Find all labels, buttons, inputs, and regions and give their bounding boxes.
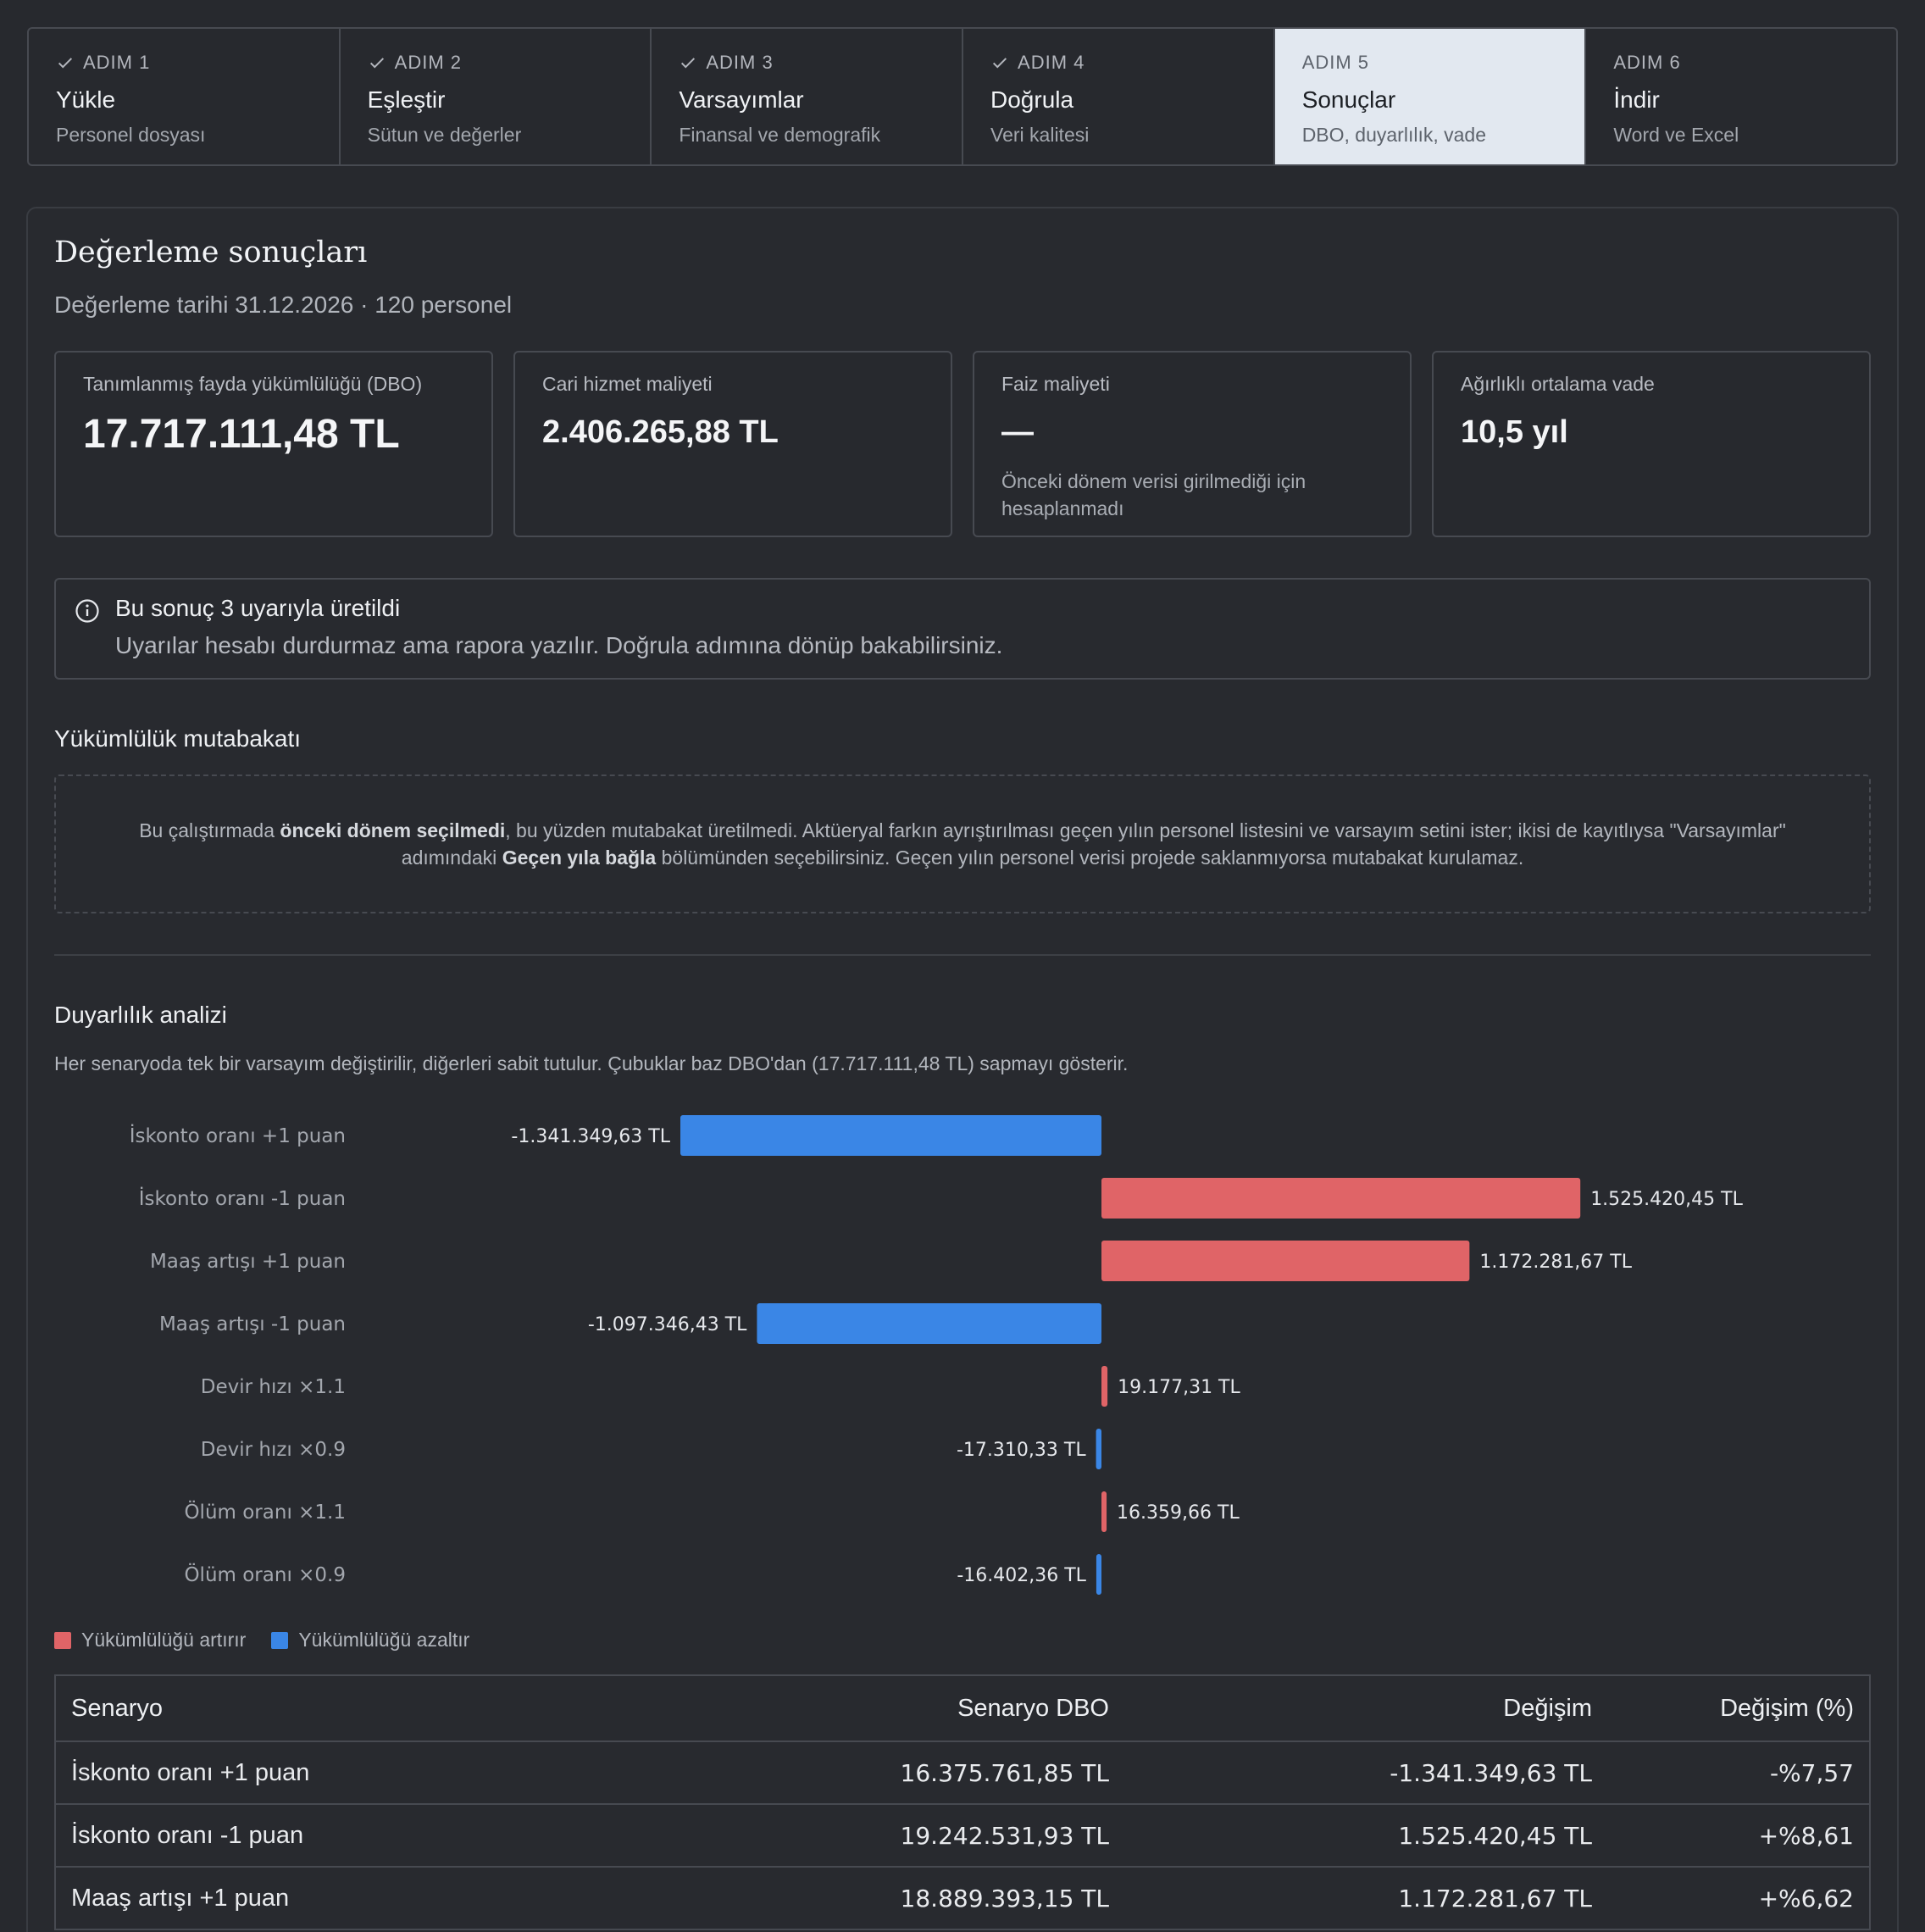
- legend-swatch: [54, 1631, 71, 1649]
- chart-legend: Yükümlülüğü artırır Yükümlülüğü azaltır: [54, 1629, 469, 1652]
- chart-value-label: 1.525.420,45 TL: [1590, 1189, 1743, 1210]
- stat-service-cost: Cari hizmet maliyeti 2.406.265,88 TL: [513, 351, 952, 537]
- step-subtitle: DBO, duyarlılık, vade: [1301, 124, 1486, 146]
- step-4[interactable]: ADIM 4 Doğrula Veri kalitesi: [963, 29, 1275, 164]
- step-subtitle: Personel dosyası: [56, 124, 206, 146]
- chart-value-label: 1.172.281,67 TL: [1479, 1252, 1632, 1273]
- chart-category-label: İskonto oranı +1 puan: [130, 1124, 346, 1147]
- stat-duration: Ağırlıklı ortalama vade 10,5 yıl: [1432, 351, 1871, 537]
- chart-value-label: -17.310,33 TL: [957, 1440, 1086, 1461]
- step-kicker: ADIM 1: [83, 52, 151, 73]
- stat-cards: Tanımlanmış fayda yükümlülüğü (DBO) 17.7…: [54, 351, 1871, 537]
- info-icon: [75, 599, 99, 623]
- step-5[interactable]: ADIM 5 Sonuçlar DBO, duyarlılık, vade: [1274, 29, 1587, 164]
- stat-label: Tanımlanmış fayda yükümlülüğü (DBO): [83, 373, 423, 395]
- chart-category-label: Devir hızı ×0.9: [201, 1439, 346, 1461]
- chart-value-label: -16.402,36 TL: [957, 1565, 1086, 1586]
- step-title: Varsayımlar: [679, 86, 804, 113]
- sensitivity-description: Her senaryoda tek bir varsayım değiştiri…: [54, 1052, 1129, 1074]
- stat-label: Cari hizmet maliyeti: [542, 373, 713, 395]
- reconciliation-empty-state: Bu çalıştırmada önceki dönem seçilmedi, …: [54, 774, 1871, 913]
- step-title: İndir: [1613, 86, 1660, 113]
- chart-bar: [1101, 1241, 1470, 1281]
- chart-value-label: -1.341.349,63 TL: [511, 1126, 670, 1147]
- col-dbo: Senaryo DBO: [597, 1675, 1124, 1742]
- check-icon: [58, 58, 73, 69]
- chart-bar: [1101, 1491, 1107, 1532]
- warning-banner: Bu sonuç 3 uyarıyla üretildi Uyarılar he…: [54, 578, 1871, 680]
- step-kicker: ADIM 5: [1301, 52, 1370, 73]
- chart-bar: [680, 1115, 1101, 1156]
- step-kicker: ADIM 2: [394, 52, 463, 73]
- chart-category-label: Ölüm oranı ×0.9: [184, 1563, 346, 1586]
- step-3[interactable]: ADIM 3 Varsayımlar Finansal ve demografi…: [652, 29, 964, 164]
- col-change: Değişim: [1124, 1675, 1607, 1742]
- table-row: İskonto oranı -1 puan 19.242.531,93 TL 1…: [55, 1804, 1870, 1868]
- step-title: Yükle: [56, 86, 116, 113]
- sensitivity-tornado-chart: İskonto oranı +1 puan -1.341.349,63 TL İsk…: [130, 1115, 1744, 1595]
- legend-swatch: [271, 1631, 289, 1649]
- step-title: Doğrula: [990, 86, 1074, 113]
- col-pct: Değişim (%): [1607, 1675, 1870, 1742]
- col-scenario: Senaryo: [55, 1675, 597, 1742]
- chart-bar: [757, 1303, 1101, 1344]
- chart-bar: [1101, 1178, 1581, 1219]
- reconciliation-title: Yükümlülük mutabakatı: [54, 725, 302, 752]
- stat-note: Önceki dönem verisi girilmediği için hes…: [1001, 470, 1306, 519]
- legend-item-decrease: Yükümlülüğü azaltır: [271, 1629, 469, 1652]
- wizard-stepper: ADIM 1 Yükle Personel dosyası ADIM 2 Eşl…: [27, 27, 1898, 166]
- chart-category-label: İskonto oranı -1 puan: [139, 1186, 346, 1210]
- sensitivity-table: Senaryo Senaryo DBO Değişim Değişim (%) …: [54, 1674, 1871, 1930]
- chart-bar: [1096, 1554, 1101, 1595]
- step-subtitle: Sütun ve değerler: [367, 124, 522, 146]
- step-subtitle: Word ve Excel: [1613, 124, 1739, 146]
- step-1[interactable]: ADIM 1 Yükle Personel dosyası: [29, 29, 341, 164]
- stat-value: 10,5 yıl: [1461, 414, 1568, 450]
- table-header-row: Senaryo Senaryo DBO Değişim Değişim (%): [55, 1675, 1870, 1742]
- warning-title: Bu sonuç 3 uyarıyla üretildi: [115, 595, 401, 621]
- chart-value-label: -1.097.346,43 TL: [588, 1314, 747, 1335]
- check-icon: [992, 58, 1007, 69]
- table-row: Maaş artışı +1 puan 18.889.393,15 TL 1.1…: [55, 1867, 1870, 1930]
- chart-category-label: Maaş artışı +1 puan: [150, 1251, 346, 1273]
- table-row: İskonto oranı +1 puan 16.375.761,85 TL -…: [55, 1741, 1870, 1805]
- chart-category-label: Maaş artışı -1 puan: [159, 1313, 346, 1335]
- stat-value: 2.406.265,88 TL: [542, 414, 779, 450]
- chart-value-label: 19.177,31 TL: [1118, 1377, 1240, 1398]
- stat-dbo: Tanımlanmış fayda yükümlülüğü (DBO) 17.7…: [54, 351, 493, 537]
- stat-value: 17.717.111,48 TL: [83, 412, 400, 457]
- step-kicker: ADIM 4: [1018, 52, 1085, 73]
- legend-item-increase: Yükümlülüğü artırır: [54, 1629, 246, 1652]
- step-kicker: ADIM 6: [1613, 52, 1681, 73]
- step-subtitle: Finansal ve demografik: [679, 124, 881, 146]
- warning-detail: Uyarılar hesabı durdurmaz ama rapora yaz…: [115, 632, 1003, 658]
- stat-label: Faiz maliyeti: [1001, 373, 1110, 395]
- stat-interest-cost: Faiz maliyeti — Önceki dönem verisi giri…: [973, 351, 1412, 537]
- divider: [54, 954, 1871, 956]
- chart-bar: [1101, 1366, 1108, 1407]
- step-6[interactable]: ADIM 6 İndir Word ve Excel: [1586, 29, 1896, 164]
- stat-label: Ağırlıklı ortalama vade: [1461, 373, 1655, 395]
- sensitivity-title: Duyarlılık analizi: [54, 1002, 227, 1028]
- valuation-meta: Değerleme tarihi 31.12.2026 · 120 person…: [54, 291, 513, 318]
- check-icon: [681, 58, 696, 69]
- step-title: Eşleştir: [367, 86, 446, 113]
- step-kicker: ADIM 3: [706, 52, 774, 73]
- chart-category-label: Devir hızı ×1.1: [201, 1376, 346, 1398]
- stat-value: —: [1001, 414, 1034, 450]
- step-subtitle: Veri kalitesi: [990, 124, 1090, 146]
- check-icon: [369, 58, 384, 69]
- chart-category-label: Ölüm oranı ×1.1: [184, 1500, 346, 1524]
- page-title: Değerleme sonuçları: [54, 236, 368, 269]
- step-title: Sonuçlar: [1301, 86, 1396, 113]
- chart-bar: [1096, 1429, 1101, 1469]
- chart-value-label: 16.359,66 TL: [1117, 1502, 1240, 1524]
- step-2[interactable]: ADIM 2 Eşleştir Sütun ve değerler: [341, 29, 652, 164]
